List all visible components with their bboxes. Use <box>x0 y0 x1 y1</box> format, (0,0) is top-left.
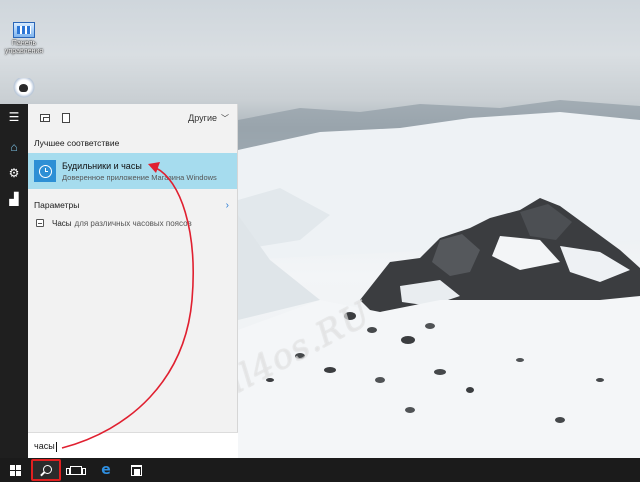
desktop-icon-gadget[interactable] <box>4 78 44 98</box>
control-panel-icon <box>13 22 35 38</box>
best-match-text: Будильники и часы Доверенное приложение … <box>62 160 217 183</box>
apps-filter-icon[interactable] <box>40 114 50 122</box>
windows-logo-icon <box>9 464 21 476</box>
time-settings-icon <box>36 219 44 227</box>
best-match-heading: Лучшее соответствие <box>34 138 120 148</box>
edge-button[interactable]: e <box>91 458 121 482</box>
settings-result-item[interactable]: Часы для различных часовых поясов <box>28 214 237 232</box>
search-filter-bar: Другие ﹀ <box>28 104 237 132</box>
chevron-right-icon: › <box>225 199 229 211</box>
documents-filter-icon[interactable] <box>62 113 70 123</box>
gadget-icon <box>13 78 35 98</box>
start-button[interactable] <box>0 458 30 482</box>
settings-result-bold: Часы <box>52 218 72 228</box>
task-view-button[interactable] <box>61 458 91 482</box>
best-match-title: Будильники и часы <box>62 160 142 171</box>
store-button[interactable] <box>121 458 151 482</box>
feedback-button[interactable]: ▟ <box>0 186 28 212</box>
feedback-icon: ▟ <box>9 192 19 206</box>
others-filter-label: Другие <box>188 113 217 123</box>
text-caret <box>55 441 57 452</box>
alarm-clock-app-tile <box>34 160 56 182</box>
best-match-subtitle: Доверенное приложение Магазина Windows <box>62 172 217 182</box>
start-left-rail: ☰ ⌂ ⚙ ▟ <box>0 104 28 458</box>
settings-gear-icon: ⚙ <box>8 166 20 180</box>
desktop-icon-label: Панель управления <box>4 40 44 55</box>
home-icon: ⌂ <box>10 140 18 154</box>
edge-browser-icon: e <box>101 462 111 478</box>
alarm-clock-icon <box>38 164 52 178</box>
search-icon <box>42 464 52 474</box>
search-query-text: часы <box>34 441 55 451</box>
desktop-icon-control-panel[interactable]: Панель управления <box>4 22 44 56</box>
settings-heading: Параметры <box>34 200 80 210</box>
others-filter-dropdown[interactable]: Другие ﹀ <box>188 113 229 124</box>
home-button[interactable]: ⌂ <box>0 134 28 160</box>
best-match-result[interactable]: Будильники и часы Доверенное приложение … <box>28 153 237 189</box>
search-input[interactable]: часы <box>28 432 238 458</box>
hamburger-menu-button[interactable]: ☰ <box>0 104 28 130</box>
hamburger-menu-icon: ☰ <box>8 110 20 124</box>
taskbar: e <box>0 458 640 482</box>
settings-button[interactable]: ⚙ <box>0 160 28 186</box>
store-icon <box>130 464 142 476</box>
chevron-down-icon: ﹀ <box>221 113 229 123</box>
settings-result-rest: для различных часовых поясов <box>74 218 192 228</box>
search-panel: Другие ﹀ Лучшее соответствие Будильники … <box>28 104 238 458</box>
task-view-icon <box>66 465 86 475</box>
search-button[interactable] <box>31 459 61 481</box>
settings-section-header[interactable]: Параметры › <box>28 196 237 214</box>
